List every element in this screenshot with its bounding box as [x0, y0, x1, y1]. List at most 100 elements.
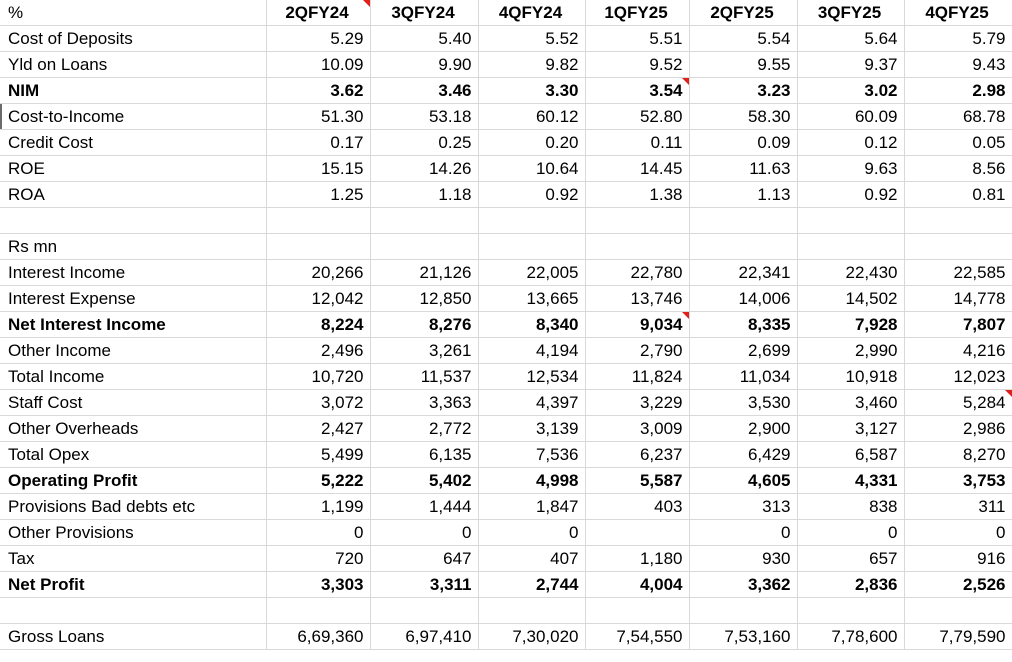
cell-other-income-2qfy25[interactable]: 2,699 [689, 337, 798, 364]
row-label-cost-of-deposits[interactable]: Cost of Deposits [0, 25, 267, 52]
row-label-net-profit[interactable]: Net Profit [0, 571, 267, 598]
cell-operating-profit-1qfy25[interactable]: 5,587 [585, 467, 690, 494]
column-header-2qfy24[interactable]: 2QFY24 [266, 0, 371, 26]
cell-staff-cost-2qfy25[interactable]: 3,530 [689, 389, 798, 416]
row-label-net-interest-income[interactable]: Net Interest Income [0, 311, 267, 338]
empty-cell[interactable] [689, 207, 798, 234]
cell-tax-4qfy24[interactable]: 407 [478, 545, 586, 572]
row-label-tax[interactable]: Tax [0, 545, 267, 572]
empty-cell[interactable] [370, 233, 479, 260]
cell-cost-of-deposits-4qfy24[interactable]: 5.52 [478, 25, 586, 52]
cell-staff-cost-2qfy24[interactable]: 3,072 [266, 389, 371, 416]
cell-provisions-bad-debts-etc-4qfy24[interactable]: 1,847 [478, 493, 586, 520]
cell-gross-loans-4qfy25[interactable]: 7,79,590 [904, 623, 1012, 650]
cell-credit-cost-2qfy25[interactable]: 0.09 [689, 129, 798, 156]
cell-net-interest-income-1qfy25[interactable]: 9,034 [585, 311, 690, 338]
empty-cell[interactable] [904, 207, 1012, 234]
cell-provisions-bad-debts-etc-3qfy25[interactable]: 838 [797, 493, 905, 520]
empty-cell[interactable] [585, 597, 690, 624]
row-label-other-overheads[interactable]: Other Overheads [0, 415, 267, 442]
cell-other-provisions-4qfy25[interactable]: 0 [904, 519, 1012, 546]
cell-operating-profit-4qfy25[interactable]: 3,753 [904, 467, 1012, 494]
cell-net-interest-income-3qfy24[interactable]: 8,276 [370, 311, 479, 338]
cell-provisions-bad-debts-etc-2qfy25[interactable]: 313 [689, 493, 798, 520]
row-label-roe[interactable]: ROE [0, 155, 267, 182]
cell-operating-profit-3qfy24[interactable]: 5,402 [370, 467, 479, 494]
cell-roa-1qfy25[interactable]: 1.38 [585, 181, 690, 208]
cell-cost-of-deposits-1qfy25[interactable]: 5.51 [585, 25, 690, 52]
row-label-operating-profit[interactable]: Operating Profit [0, 467, 267, 494]
cell-roa-3qfy24[interactable]: 1.18 [370, 181, 479, 208]
cell-roe-4qfy25[interactable]: 8.56 [904, 155, 1012, 182]
empty-cell[interactable] [266, 207, 371, 234]
row-label-total-opex[interactable]: Total Opex [0, 441, 267, 468]
cell-roe-1qfy25[interactable]: 14.45 [585, 155, 690, 182]
cell-total-income-3qfy24[interactable]: 11,537 [370, 363, 479, 390]
empty-cell[interactable] [904, 597, 1012, 624]
column-header-4qfy24[interactable]: 4QFY24 [478, 0, 586, 26]
cell-net-interest-income-2qfy25[interactable]: 8,335 [689, 311, 798, 338]
cell-interest-expense-4qfy25[interactable]: 14,778 [904, 285, 1012, 312]
cell-other-provisions-3qfy24[interactable]: 0 [370, 519, 479, 546]
cell-total-opex-2qfy24[interactable]: 5,499 [266, 441, 371, 468]
cell-total-opex-1qfy25[interactable]: 6,237 [585, 441, 690, 468]
cell-nim-2qfy25[interactable]: 3.23 [689, 77, 798, 104]
cell-nim-3qfy24[interactable]: 3.46 [370, 77, 479, 104]
cell-nim-3qfy25[interactable]: 3.02 [797, 77, 905, 104]
cell-cost-of-deposits-4qfy25[interactable]: 5.79 [904, 25, 1012, 52]
cell-net-interest-income-2qfy24[interactable]: 8,224 [266, 311, 371, 338]
cell-total-income-1qfy25[interactable]: 11,824 [585, 363, 690, 390]
cell-other-provisions-2qfy24[interactable]: 0 [266, 519, 371, 546]
cell-gross-loans-2qfy25[interactable]: 7,53,160 [689, 623, 798, 650]
cell-cost-to-income-3qfy24[interactable]: 53.18 [370, 103, 479, 130]
cell-other-income-2qfy24[interactable]: 2,496 [266, 337, 371, 364]
cell-other-provisions-1qfy25[interactable] [585, 519, 690, 546]
cell-credit-cost-3qfy25[interactable]: 0.12 [797, 129, 905, 156]
cell-cost-to-income-2qfy25[interactable]: 58.30 [689, 103, 798, 130]
empty-cell[interactable] [585, 233, 690, 260]
cell-net-interest-income-3qfy25[interactable]: 7,928 [797, 311, 905, 338]
row-label-staff-cost[interactable]: Staff Cost [0, 389, 267, 416]
row-label-total-income[interactable]: Total Income [0, 363, 267, 390]
cell-credit-cost-4qfy25[interactable]: 0.05 [904, 129, 1012, 156]
cell-roa-2qfy25[interactable]: 1.13 [689, 181, 798, 208]
row-label-other-income[interactable]: Other Income [0, 337, 267, 364]
empty-cell[interactable] [478, 597, 586, 624]
unit-label-percent[interactable]: % [0, 0, 267, 26]
cell-interest-income-2qfy25[interactable]: 22,341 [689, 259, 798, 286]
cell-interest-income-2qfy24[interactable]: 20,266 [266, 259, 371, 286]
cell-net-interest-income-4qfy24[interactable]: 8,340 [478, 311, 586, 338]
cell-total-income-2qfy25[interactable]: 11,034 [689, 363, 798, 390]
cell-other-overheads-4qfy24[interactable]: 3,139 [478, 415, 586, 442]
cell-yld-on-loans-4qfy24[interactable]: 9.82 [478, 51, 586, 78]
empty-cell[interactable] [266, 233, 371, 260]
cell-total-income-4qfy24[interactable]: 12,534 [478, 363, 586, 390]
cell-nim-1qfy25[interactable]: 3.54 [585, 77, 690, 104]
cell-staff-cost-4qfy25[interactable]: 5,284 [904, 389, 1012, 416]
cell-yld-on-loans-3qfy25[interactable]: 9.37 [797, 51, 905, 78]
cell-staff-cost-1qfy25[interactable]: 3,229 [585, 389, 690, 416]
cell-operating-profit-2qfy25[interactable]: 4,605 [689, 467, 798, 494]
empty-cell[interactable] [370, 207, 479, 234]
cell-other-overheads-3qfy25[interactable]: 3,127 [797, 415, 905, 442]
cell-credit-cost-3qfy24[interactable]: 0.25 [370, 129, 479, 156]
unit-label-rs-mn[interactable]: Rs mn [0, 233, 267, 260]
cell-other-income-3qfy24[interactable]: 3,261 [370, 337, 479, 364]
cell-interest-income-4qfy24[interactable]: 22,005 [478, 259, 586, 286]
cell-roa-4qfy25[interactable]: 0.81 [904, 181, 1012, 208]
cell-tax-2qfy25[interactable]: 930 [689, 545, 798, 572]
cell-total-income-2qfy24[interactable]: 10,720 [266, 363, 371, 390]
cell-total-income-4qfy25[interactable]: 12,023 [904, 363, 1012, 390]
cell-tax-2qfy24[interactable]: 720 [266, 545, 371, 572]
cell-total-opex-4qfy25[interactable]: 8,270 [904, 441, 1012, 468]
cell-total-income-3qfy25[interactable]: 10,918 [797, 363, 905, 390]
comment-indicator-icon[interactable] [1004, 390, 1011, 397]
cell-interest-expense-2qfy24[interactable]: 12,042 [266, 285, 371, 312]
cell-interest-expense-2qfy25[interactable]: 14,006 [689, 285, 798, 312]
cell-interest-expense-1qfy25[interactable]: 13,746 [585, 285, 690, 312]
comment-indicator-icon[interactable] [681, 78, 688, 85]
cell-operating-profit-4qfy24[interactable]: 4,998 [478, 467, 586, 494]
cell-provisions-bad-debts-etc-1qfy25[interactable]: 403 [585, 493, 690, 520]
cell-net-profit-2qfy25[interactable]: 3,362 [689, 571, 798, 598]
cell-net-profit-4qfy24[interactable]: 2,744 [478, 571, 586, 598]
